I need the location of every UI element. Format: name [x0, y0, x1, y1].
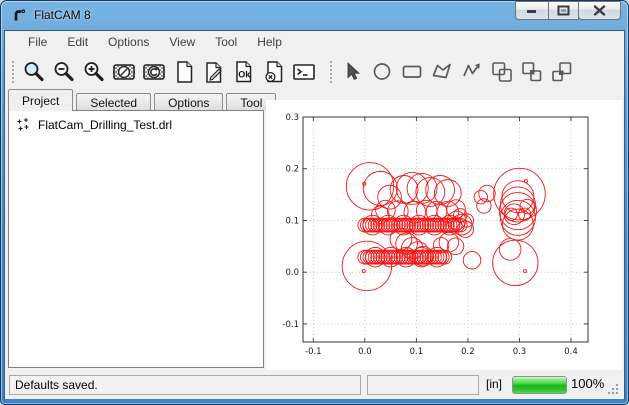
tab-project[interactable]: Project [8, 89, 73, 111]
shell-button[interactable] [289, 57, 319, 87]
zoom-out-button[interactable] [49, 57, 79, 87]
close-icon [593, 5, 606, 16]
edit-geometry-icon [201, 59, 227, 85]
client-area: File Edit Options View Tool Help [4, 30, 625, 399]
status-message: Defaults saved. [9, 375, 361, 395]
draw-rectangle-button[interactable] [397, 57, 427, 87]
intersection-icon [519, 59, 545, 85]
toolbar-editor-drag-handle[interactable] [329, 59, 334, 85]
progress-bar [512, 376, 567, 394]
zoom-fit-button[interactable] [19, 57, 49, 87]
units-label: [in] [486, 377, 502, 391]
maximize-button[interactable] [548, 1, 579, 20]
subtraction-icon [549, 59, 575, 85]
status-field-2 [367, 375, 479, 395]
statusbar: Defaults saved. [in] 100% [5, 372, 624, 399]
svg-text:0.2: 0.2 [285, 165, 299, 175]
polygon-tool-icon [429, 59, 455, 85]
svg-text:0.0: 0.0 [358, 347, 372, 357]
svg-text:0.0: 0.0 [285, 268, 299, 278]
project-tree[interactable]: FlatCam_Drilling_Test.drl [8, 110, 264, 368]
toolbar-main: Ok [5, 53, 624, 90]
draw-polygon-button[interactable] [427, 57, 457, 87]
progress-fill [513, 377, 566, 393]
tree-item-drill-file[interactable]: FlatCam_Drilling_Test.drl [9, 111, 263, 132]
close-button[interactable] [578, 1, 621, 20]
toolbar-editor [323, 53, 577, 90]
menu-edit[interactable]: Edit [57, 32, 98, 52]
plot-canvas[interactable]: -0.1 0.0 0.1 0.2 0.3 0.4 -0.1 0.0 0.1 0.2 0.3 [266, 100, 622, 370]
select-arrow-icon [339, 59, 365, 85]
menu-tool[interactable]: Tool [205, 32, 247, 52]
panel-tabs: Project Selected Options Tool [8, 89, 279, 111]
toolbar-drag-handle[interactable] [11, 59, 16, 85]
clear-plot-button[interactable] [109, 57, 139, 87]
zoom-in-icon [81, 59, 107, 85]
circle-tool-icon [369, 59, 395, 85]
replot-button[interactable] [139, 57, 169, 87]
polygon-intersection-button[interactable] [517, 57, 547, 87]
zoom-in-button[interactable] [79, 57, 109, 87]
menu-help[interactable]: Help [247, 32, 292, 52]
titlebar[interactable]: FlatCAM 8 [0, 0, 629, 30]
polygon-union-button[interactable] [487, 57, 517, 87]
plot-panel: -0.1 0.0 0.1 0.2 0.3 0.4 -0.1 0.0 0.1 0.2 0.3 [266, 100, 622, 370]
menu-view[interactable]: View [159, 32, 205, 52]
progress-percent-label: 100% [571, 376, 604, 391]
svg-text:0.2: 0.2 [461, 347, 475, 357]
replot-icon [141, 59, 167, 85]
select-tool-button[interactable] [337, 57, 367, 87]
svg-text:Ok: Ok [238, 69, 251, 79]
menu-options[interactable]: Options [98, 32, 159, 52]
svg-text:-0.1: -0.1 [282, 320, 299, 330]
svg-text:0.4: 0.4 [564, 347, 578, 357]
window-title: FlatCAM 8 [34, 8, 91, 22]
path-tool-icon [459, 59, 485, 85]
svg-text:0.1: 0.1 [410, 347, 424, 357]
draw-circle-button[interactable] [367, 57, 397, 87]
zoom-out-icon [51, 59, 77, 85]
rectangle-tool-icon [399, 59, 425, 85]
menu-file[interactable]: File [18, 32, 57, 52]
minimize-icon [526, 6, 538, 15]
svg-text:0.1: 0.1 [285, 216, 299, 226]
draw-path-button[interactable] [457, 57, 487, 87]
polygon-subtraction-button[interactable] [547, 57, 577, 87]
svg-text:0.3: 0.3 [285, 113, 299, 123]
flatcam-logo-icon [11, 7, 27, 23]
update-geometry-button[interactable]: Ok [229, 57, 259, 87]
zoom-fit-icon [21, 59, 47, 85]
clear-plot-icon [111, 59, 137, 85]
tree-item-label: FlatCam_Drilling_Test.drl [38, 118, 172, 132]
resize-grip[interactable] [607, 383, 620, 396]
minimize-button[interactable] [515, 1, 549, 20]
menubar: File Edit Options View Tool Help [5, 31, 624, 53]
shell-icon [291, 59, 317, 85]
tab-selected[interactable]: Selected [76, 93, 151, 111]
maximize-icon [557, 5, 570, 16]
flatcam-window: FlatCAM 8 File Edit Options View Tool He… [0, 0, 629, 405]
cancel-edit-icon [261, 59, 287, 85]
drill-file-icon [16, 117, 31, 132]
new-file-icon [171, 59, 197, 85]
update-geometry-ok-icon: Ok [231, 59, 257, 85]
edit-geometry-button[interactable] [199, 57, 229, 87]
union-icon [489, 59, 515, 85]
new-file-button[interactable] [169, 57, 199, 87]
svg-text:0.3: 0.3 [513, 347, 527, 357]
svg-text:-0.1: -0.1 [305, 347, 322, 357]
tab-options[interactable]: Options [154, 93, 223, 111]
cancel-edit-button[interactable] [259, 57, 289, 87]
